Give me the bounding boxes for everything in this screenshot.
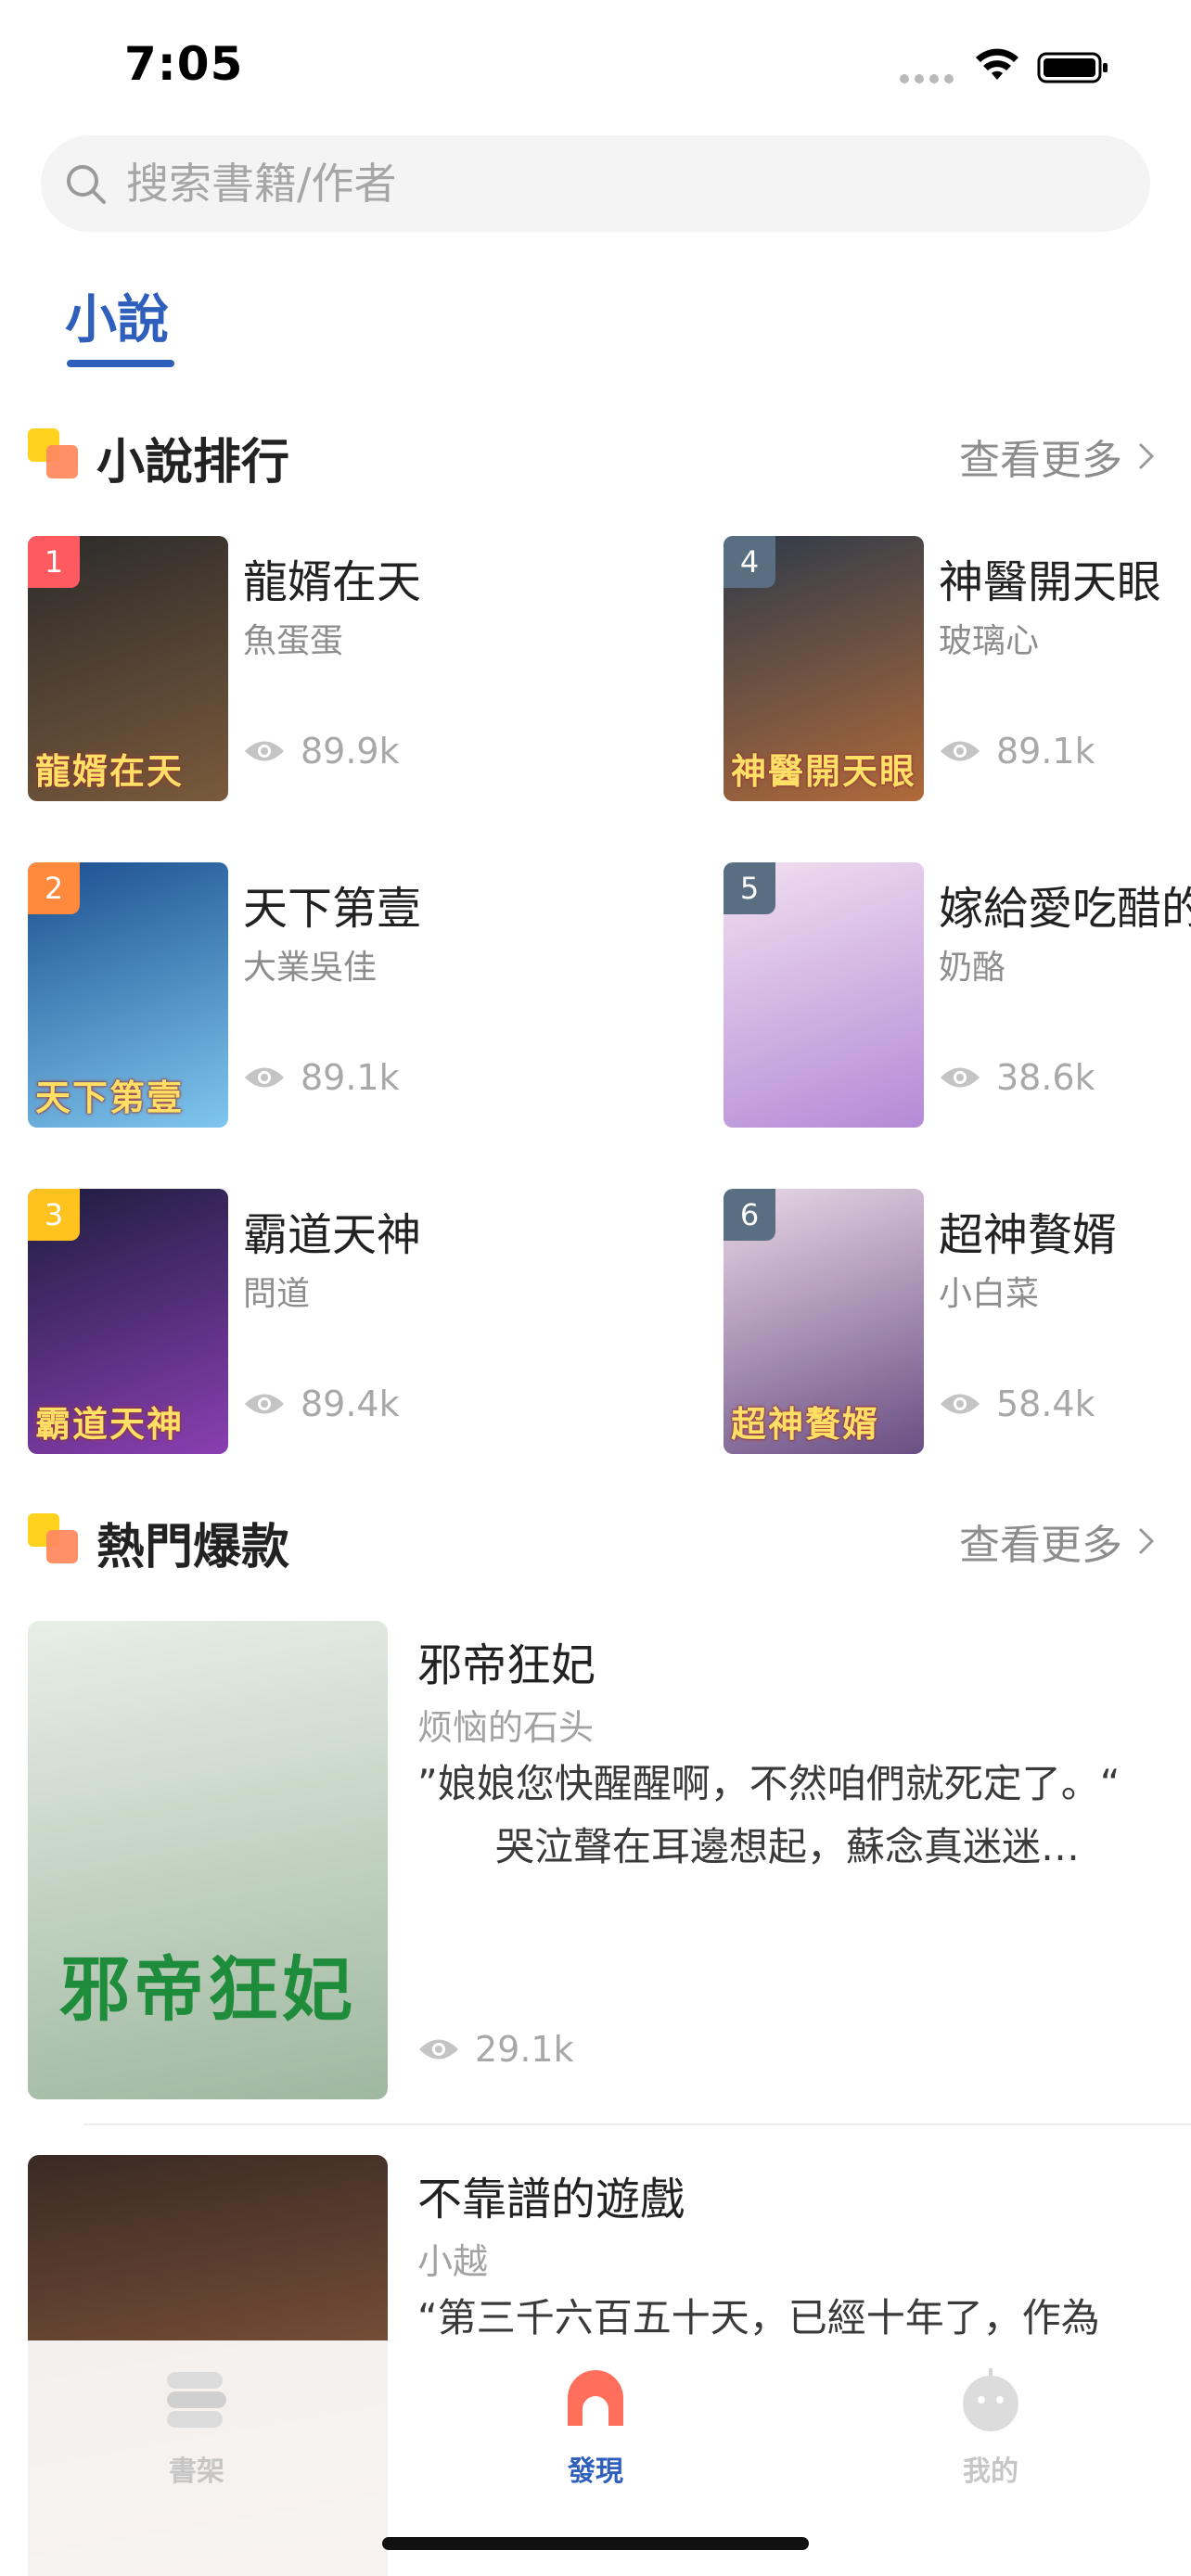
view-count-value: 29.1k <box>475 2029 574 2070</box>
status-bar: 7:05 <box>0 0 1191 130</box>
cover-title-art: 龍婿在天 <box>35 751 185 792</box>
tab-active-indicator <box>67 360 174 367</box>
book-author: 魚蛋蛋 <box>243 622 344 660</box>
book-author: 玻璃心 <box>939 622 1040 660</box>
book-cover[interactable]: 霸道天神 3 <box>28 1189 228 1454</box>
more-label: 查看更多 <box>959 1522 1122 1569</box>
view-count: 89.1k <box>939 731 1095 772</box>
ranking-section-title: 小說排行 <box>96 435 290 491</box>
view-count-value: 58.4k <box>996 1384 1095 1424</box>
nav-item-discover[interactable]: 發現 <box>521 2359 670 2488</box>
book-author: 奶酪 <box>939 949 1006 987</box>
view-count-value: 89.1k <box>301 1057 400 1098</box>
book-author: 大業吳佳 <box>243 949 378 987</box>
hot-book-item[interactable]: 邪帝狂妃 邪帝狂妃 烦恼的石头 ”娘娘您快醒醒啊，不然咱們就死定了。“ 哭泣聲在耳邊想… <box>0 1621 1191 2122</box>
book-title[interactable]: 龍婿在天 <box>243 545 421 610</box>
chevron-right-icon <box>1138 442 1155 470</box>
ranking-item[interactable]: 超神贅婿 6 超神贅婿 小白菜 58.4k <box>724 1189 1191 1458</box>
rank-badge: 3 <box>28 1189 80 1241</box>
cellular-signal-icon <box>900 74 957 87</box>
rank-badge: 5 <box>724 862 775 914</box>
rank-badge: 1 <box>28 536 80 588</box>
book-author: 烦恼的石头 <box>417 1707 595 1748</box>
more-label: 查看更多 <box>959 437 1122 484</box>
ranking-more-link[interactable]: 查看更多 <box>959 427 1158 486</box>
book-author: 小越 <box>417 2241 489 2282</box>
search-input[interactable] <box>126 152 1128 215</box>
tab-novel[interactable]: 小說 <box>65 278 169 353</box>
discover-icon <box>568 2370 623 2426</box>
status-time: 7:05 <box>124 37 244 91</box>
ranking-section-header: 小說排行 查看更多 <box>0 415 1191 491</box>
nav-item-bookshelf[interactable]: 書架 <box>122 2359 271 2488</box>
nav-item-profile[interactable]: 我的 <box>916 2359 1065 2488</box>
view-count: 89.1k <box>243 1057 400 1098</box>
battery-icon <box>1037 52 1108 83</box>
book-cover[interactable]: 天下第壹 2 <box>28 862 228 1128</box>
section-icon <box>28 428 78 478</box>
book-cover[interactable]: 神醫開天眼 4 <box>724 536 924 801</box>
view-count: 29.1k <box>417 2029 574 2070</box>
home-indicator <box>382 2537 809 2550</box>
eye-icon <box>941 1067 980 1088</box>
cover-title-art: 超神贅婿 <box>731 1404 880 1445</box>
book-cover[interactable]: 5 <box>724 862 924 1128</box>
divider <box>83 2123 1191 2125</box>
view-count-value: 38.6k <box>996 1057 1095 1098</box>
book-cover[interactable]: 龍婿在天 1 <box>28 536 228 801</box>
search-bar[interactable] <box>41 135 1150 232</box>
hot-section-title: 熱門爆款 <box>96 1520 290 1575</box>
nav-label-profile: 我的 <box>963 2455 1018 2488</box>
rank-badge: 6 <box>724 1189 775 1241</box>
eye-icon <box>245 741 284 761</box>
eye-icon <box>419 2039 458 2060</box>
eye-icon <box>245 1067 284 1088</box>
nav-label-bookshelf: 書架 <box>169 2455 224 2488</box>
book-title[interactable]: 超神贅婿 <box>939 1198 1117 1263</box>
view-count-value: 89.4k <box>301 1384 400 1424</box>
book-description: ”娘娘您快醒醒啊，不然咱們就死定了。“ 哭泣聲在耳邊想起，蘇念真迷迷… <box>417 1761 1121 1869</box>
view-count-value: 89.1k <box>996 731 1095 772</box>
book-title[interactable]: 霸道天神 <box>243 1198 421 1263</box>
wifi-icon <box>976 48 1018 80</box>
book-title[interactable]: 神醫開天眼 <box>939 545 1161 610</box>
rank-badge: 4 <box>724 536 775 588</box>
book-title[interactable]: 嫁給愛吃醋的 <box>939 872 1191 937</box>
eye-icon <box>941 1394 980 1414</box>
view-count: 58.4k <box>939 1384 1095 1424</box>
cover-title-art: 霸道天神 <box>35 1404 185 1445</box>
profile-icon <box>963 2368 1018 2431</box>
search-icon <box>67 165 106 204</box>
book-title[interactable]: 不靠譜的遊戲 <box>417 2162 685 2227</box>
eye-icon <box>941 741 980 761</box>
cover-title-art: 天下第壹 <box>35 1078 185 1118</box>
ranking-item[interactable]: 天下第壹 2 天下第壹 大業吳佳 89.1k <box>28 862 603 1131</box>
ranking-item[interactable]: 神醫開天眼 4 神醫開天眼 玻璃心 89.1k <box>724 536 1191 805</box>
book-title[interactable]: 邪帝狂妃 <box>417 1628 596 1693</box>
ranking-item[interactable]: 龍婿在天 1 龍婿在天 魚蛋蛋 89.9k <box>28 536 603 805</box>
book-title[interactable]: 天下第壹 <box>243 872 421 937</box>
hot-section-header: 熱門爆款 查看更多 <box>0 1500 1191 1575</box>
book-author: 小白菜 <box>939 1275 1040 1313</box>
book-cover[interactable]: 邪帝狂妃 <box>28 1621 388 2099</box>
cover-title-art: 邪帝狂妃 <box>59 1948 356 2031</box>
view-count-value: 89.9k <box>301 731 400 772</box>
view-count: 89.4k <box>243 1384 400 1424</box>
book-author: 問道 <box>243 1275 311 1313</box>
rank-badge: 2 <box>28 862 80 914</box>
bookshelf-icon <box>167 2372 226 2428</box>
view-count: 38.6k <box>939 1057 1095 1098</box>
ranking-item[interactable]: 霸道天神 3 霸道天神 問道 89.4k <box>28 1189 603 1458</box>
hot-book-item[interactable]: 不靠譜的遊戲 小越 “第三千六百五十天，已經十年了，作為 <box>0 2155 1191 2576</box>
cover-title-art: 神醫開天眼 <box>731 751 917 792</box>
book-cover[interactable]: 超神贅婿 6 <box>724 1189 924 1454</box>
chevron-right-icon <box>1138 1527 1155 1555</box>
ranking-item[interactable]: 5 嫁給愛吃醋的奶酪 38.6k <box>724 862 1191 1131</box>
view-count: 89.9k <box>243 731 400 772</box>
nav-label-discover: 發現 <box>568 2455 623 2488</box>
eye-icon <box>245 1394 284 1414</box>
section-icon <box>28 1513 78 1563</box>
hot-more-link[interactable]: 查看更多 <box>959 1511 1158 1571</box>
